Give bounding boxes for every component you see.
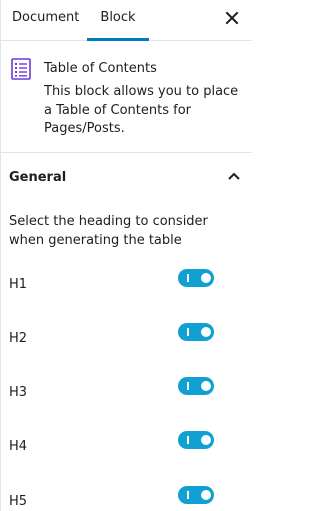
block-title: Table of Contents (44, 61, 157, 76)
heading-label: H5 (9, 494, 28, 509)
h1-toggle[interactable] (178, 269, 214, 287)
block-settings-sidebar: Document Block Table of Contents This bl… (0, 0, 252, 511)
close-button[interactable] (224, 10, 240, 26)
close-icon (225, 11, 239, 25)
chevron-up-icon (228, 172, 240, 180)
panel-toggle-general[interactable]: General (1, 153, 252, 203)
h5-toggle[interactable] (178, 486, 214, 504)
h4-toggle[interactable] (178, 431, 214, 449)
h3-toggle[interactable] (178, 377, 214, 395)
heading-label: H4 (9, 439, 28, 454)
block-card: Table of Contents This block allows you … (1, 41, 252, 153)
heading-row-h2: H2 (1, 323, 252, 353)
heading-row-h5: H5 (1, 486, 252, 511)
heading-row-h4: H4 (1, 431, 252, 461)
tab-block[interactable]: Block (87, 0, 149, 41)
sidebar-tabs: Document Block (1, 0, 252, 41)
heading-row-h3: H3 (1, 377, 252, 407)
heading-row-h1: H1 (1, 269, 252, 299)
tab-document[interactable]: Document (12, 0, 79, 40)
panel-help-text: Select the heading to consider when gene… (9, 214, 208, 248)
heading-label: H3 (9, 385, 28, 400)
heading-label: H2 (9, 331, 28, 346)
table-of-contents-icon (11, 58, 31, 80)
heading-label: H1 (9, 277, 28, 292)
panel-title: General (9, 170, 67, 185)
block-description: This block allows you to place a Table o… (44, 84, 239, 136)
h2-toggle[interactable] (178, 323, 214, 341)
